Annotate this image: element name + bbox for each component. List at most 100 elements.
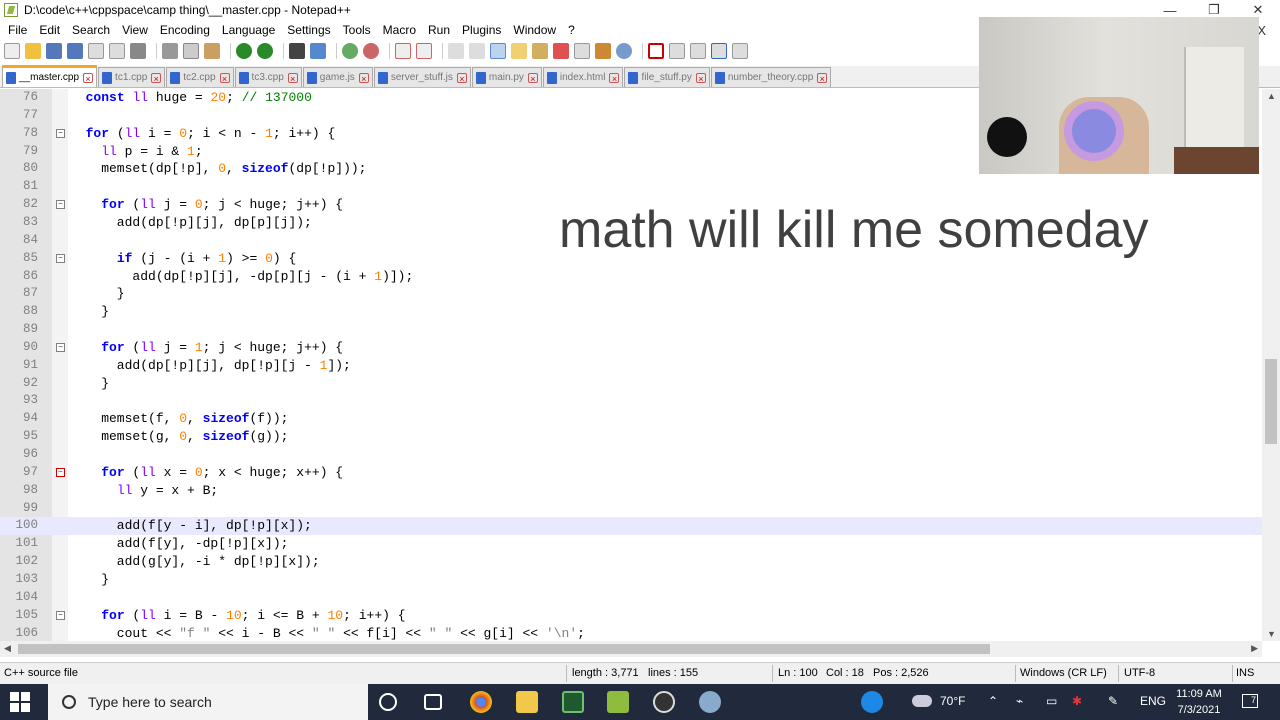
code-line[interactable]: 98 ll y = x + B; xyxy=(0,482,1262,500)
fold-toggle-icon[interactable]: − xyxy=(56,128,65,138)
file-explorer-icon[interactable] xyxy=(516,691,538,713)
tab-file-stuff-py[interactable]: file_stuff.py × xyxy=(624,67,710,87)
menu-help[interactable]: ? xyxy=(562,23,581,37)
network-icon[interactable]: ⌁ xyxy=(1016,694,1023,708)
play-macro-icon[interactable] xyxy=(690,43,706,59)
fold-toggle-icon[interactable]: − xyxy=(56,610,65,620)
new-file-icon[interactable] xyxy=(4,43,20,59)
close-tab-icon[interactable]: × xyxy=(287,72,298,84)
monitor-icon[interactable]: ▭ xyxy=(1046,694,1057,708)
word-wrap-icon[interactable] xyxy=(448,43,464,59)
code-line[interactable]: 87 } xyxy=(0,285,1262,303)
weather-temperature[interactable]: 70°F xyxy=(940,694,965,708)
close-tab-icon[interactable]: × xyxy=(609,72,620,84)
obs-icon[interactable] xyxy=(653,691,675,713)
undo-icon[interactable] xyxy=(236,43,252,59)
show-all-chars-icon[interactable] xyxy=(469,43,485,59)
indent-guide-icon[interactable] xyxy=(490,43,506,59)
sync-horizontal-icon[interactable] xyxy=(416,43,432,59)
close-tab-icon[interactable]: × xyxy=(358,72,369,84)
folder-workspace-icon[interactable] xyxy=(574,43,590,59)
close-tab-icon[interactable]: × xyxy=(83,72,94,84)
doc-map-icon[interactable] xyxy=(532,43,548,59)
menu-run[interactable]: Run xyxy=(422,23,456,37)
save-macro-icon[interactable] xyxy=(732,43,748,59)
run-macro-multiple-icon[interactable] xyxy=(711,43,727,59)
current-code-line[interactable]: 100 add(f[y - i], dp[!p][x]); xyxy=(0,517,1262,536)
menu-language[interactable]: Language xyxy=(216,23,281,37)
open-file-icon[interactable] xyxy=(25,43,41,59)
tab-number-theory-cpp[interactable]: number_theory.cpp × xyxy=(710,67,832,87)
code-line[interactable]: 104 xyxy=(0,589,1262,607)
code-line[interactable]: 86 add(dp[!p][j], -dp[p][j - (i + 1)]); xyxy=(0,268,1262,286)
tab-tc2-cpp[interactable]: tc2.cpp × xyxy=(166,67,234,87)
status-eol[interactable]: Windows (CR LF) xyxy=(1020,667,1107,679)
code-line[interactable]: 102 add(g[y], -i * dp[!p][x]); xyxy=(0,553,1262,571)
code-line[interactable]: 81 xyxy=(0,178,1262,196)
paste-icon[interactable] xyxy=(204,43,220,59)
app-icon[interactable] xyxy=(699,691,721,713)
menu-settings[interactable]: Settings xyxy=(281,23,336,37)
code-line[interactable]: 106 cout << "f " << i - B << " " << f[i]… xyxy=(0,625,1262,642)
udl-icon[interactable] xyxy=(511,43,527,59)
fold-toggle-icon[interactable]: − xyxy=(56,342,65,352)
fold-toggle-icon[interactable]: − xyxy=(56,467,65,477)
close-tab-icon[interactable]: × xyxy=(817,72,828,84)
tab-game-js[interactable]: game.js × xyxy=(302,67,373,87)
redo-icon[interactable] xyxy=(257,43,273,59)
fold-toggle-icon[interactable]: − xyxy=(56,253,65,263)
menu-encoding[interactable]: Encoding xyxy=(154,23,216,37)
scroll-right-icon[interactable]: ▶ xyxy=(1251,643,1258,654)
code-line[interactable]: 89 xyxy=(0,321,1262,339)
vertical-scroll-thumb[interactable] xyxy=(1265,359,1277,444)
menu-view[interactable]: View xyxy=(116,23,154,37)
code-line[interactable]: 103 } xyxy=(0,571,1262,589)
menu-tools[interactable]: Tools xyxy=(337,23,377,37)
status-encoding[interactable]: UTF-8 xyxy=(1124,667,1155,679)
monitoring-icon[interactable] xyxy=(595,43,611,59)
show-hidden-icons-icon[interactable]: ⌃ xyxy=(988,694,998,708)
input-language[interactable]: ENG xyxy=(1140,694,1166,708)
code-line[interactable]: 99 xyxy=(0,500,1262,518)
code-line[interactable]: 88 } xyxy=(0,303,1262,321)
code-line[interactable]: 92 } xyxy=(0,375,1262,393)
find-icon[interactable] xyxy=(289,43,305,59)
copy-icon[interactable] xyxy=(183,43,199,59)
menu-search[interactable]: Search xyxy=(66,23,116,37)
code-line[interactable]: 94 memset(f, 0, sizeof(f)); xyxy=(0,410,1262,428)
cut-icon[interactable] xyxy=(162,43,178,59)
scroll-up-icon[interactable]: ▲ xyxy=(1267,91,1276,101)
help-icon[interactable] xyxy=(861,691,883,713)
replace-icon[interactable] xyxy=(310,43,326,59)
menu-plugins[interactable]: Plugins xyxy=(456,23,507,37)
terminal-icon[interactable] xyxy=(562,691,584,713)
code-line[interactable]: 93 xyxy=(0,392,1262,410)
eye-icon[interactable] xyxy=(616,43,632,59)
menu-file[interactable]: File xyxy=(2,23,33,37)
close-tab-icon[interactable]: × xyxy=(151,72,162,84)
code-line[interactable]: 95 memset(g, 0, sizeof(g)); xyxy=(0,428,1262,446)
stop-macro-icon[interactable] xyxy=(669,43,685,59)
menu-macro[interactable]: Macro xyxy=(377,23,422,37)
function-list-icon[interactable] xyxy=(553,43,569,59)
notepadpp-taskbar-icon[interactable] xyxy=(607,691,629,713)
vertical-scrollbar[interactable]: ▲ ▼ xyxy=(1262,89,1280,641)
close-all-icon[interactable] xyxy=(109,43,125,59)
code-line[interactable]: 101 add(f[y], -dp[!p][x]); xyxy=(0,535,1262,553)
zoom-out-icon[interactable] xyxy=(363,43,379,59)
task-view-icon[interactable] xyxy=(424,694,442,710)
windows-start-icon[interactable] xyxy=(10,692,30,712)
menu-edit[interactable]: Edit xyxy=(33,23,66,37)
code-line[interactable]: 97 − for (ll x = 0; x < huge; x++) { xyxy=(0,464,1262,482)
code-line[interactable]: 105 − for (ll i = B - 10; i <= B + 10; i+… xyxy=(0,607,1262,625)
taskbar-clock[interactable]: 11:09 AM 7/3/2021 xyxy=(1166,686,1232,718)
close-tab-icon[interactable]: × xyxy=(219,72,230,84)
weather-cloud-icon[interactable] xyxy=(912,695,932,707)
scroll-down-icon[interactable]: ▼ xyxy=(1267,629,1276,639)
close-tab-icon[interactable]: × xyxy=(456,72,467,84)
cortana-icon[interactable] xyxy=(379,693,397,711)
chrome-icon[interactable] xyxy=(470,691,492,713)
close-tab-icon[interactable]: × xyxy=(695,72,706,84)
save-all-icon[interactable] xyxy=(67,43,83,59)
record-macro-icon[interactable] xyxy=(648,43,664,59)
